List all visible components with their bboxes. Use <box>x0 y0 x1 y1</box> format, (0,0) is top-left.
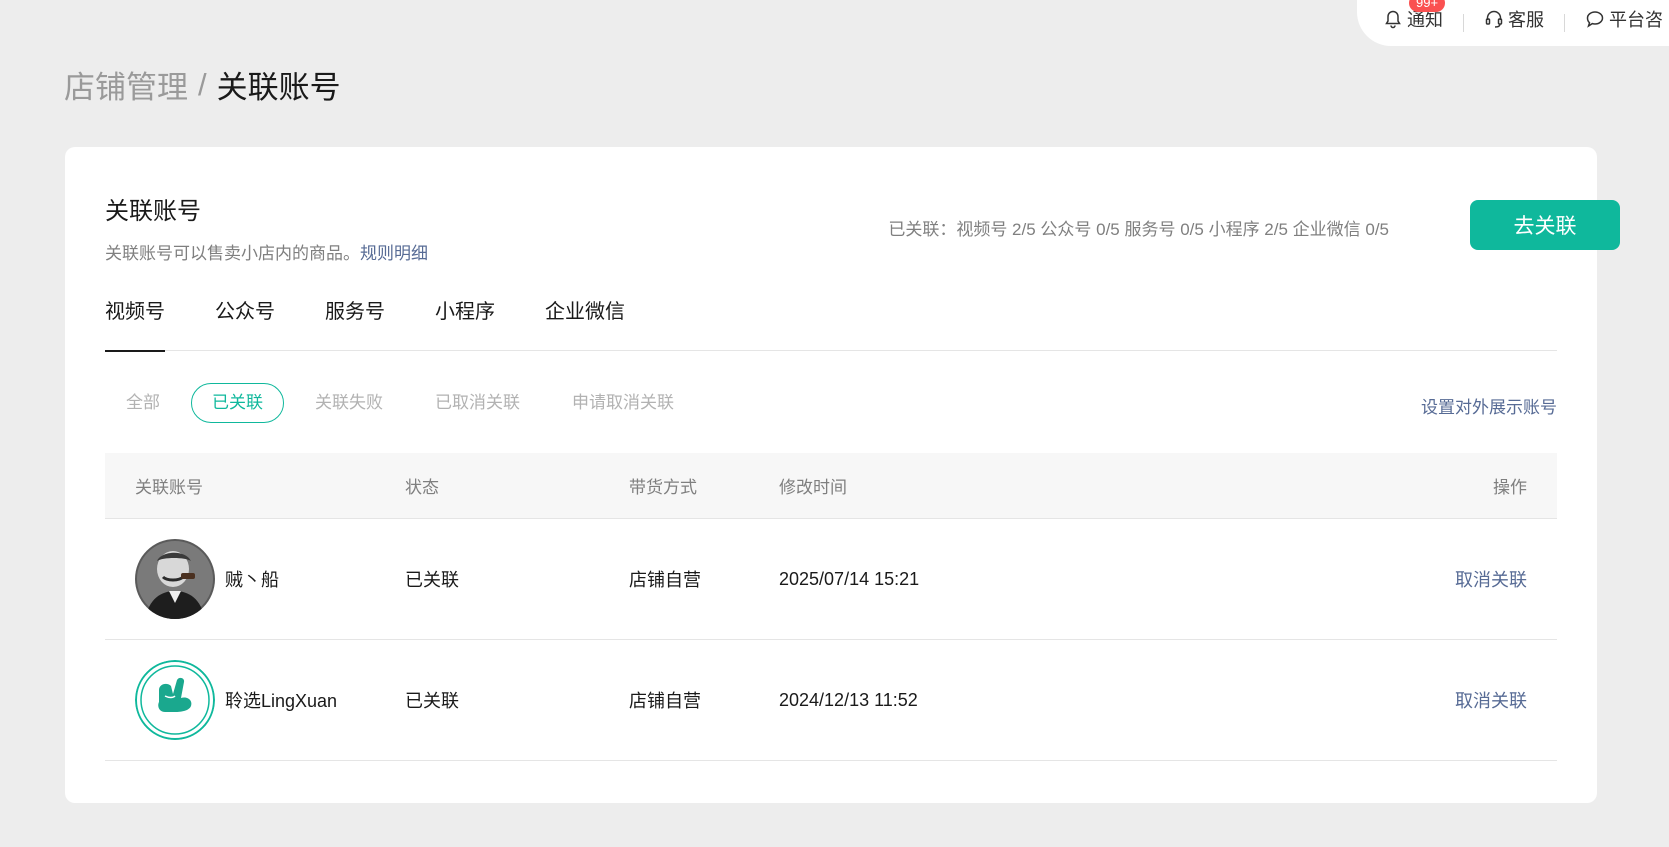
rules-link[interactable]: 规则明细 <box>360 244 428 263</box>
header-action: 操作 <box>1493 478 1527 497</box>
account-cell: 贼丶船 <box>105 539 405 619</box>
bell-icon <box>1385 10 1401 29</box>
platform-consult-label: 平台咨 <box>1609 10 1663 30</box>
notification-button[interactable]: 通知 99+ <box>1383 0 1446 32</box>
tab-mini-program[interactable]: 小程序 <box>435 295 495 351</box>
filter-cancelled[interactable]: 已取消关联 <box>414 383 541 423</box>
set-display-account-link[interactable]: 设置对外展示账号 <box>1421 393 1557 418</box>
filter-failed[interactable]: 关联失败 <box>294 383 404 423</box>
page-title: 关联账号 <box>216 70 341 105</box>
filter-linked[interactable]: 已关联 <box>191 383 284 423</box>
action-cell: 取消关联 <box>1417 687 1557 713</box>
cancel-link-button[interactable]: 取消关联 <box>1455 691 1527 711</box>
mode-cell: 店铺自营 <box>629 570 701 590</box>
chat-bubble-icon <box>1586 11 1604 28</box>
status-cell: 已关联 <box>405 691 459 711</box>
headset-icon <box>1485 10 1503 28</box>
header-status: 状态 <box>405 478 439 497</box>
notification-badge: 99+ <box>1409 0 1446 12</box>
breadcrumb: 店铺管理 / 关联账号 <box>64 62 341 107</box>
description-text: 关联账号可以售卖小店内的商品。 <box>105 244 360 263</box>
tab-wecom[interactable]: 企业微信 <box>545 295 625 351</box>
header-mode: 带货方式 <box>629 478 697 497</box>
go-link-button[interactable]: 去关联 <box>1470 200 1620 250</box>
customer-service-button[interactable]: 客服 <box>1484 6 1544 32</box>
status-filters: 全部 已关联 关联失败 已取消关联 申请取消关联 <box>105 383 695 423</box>
account-cell: 聆选LingXuan <box>105 660 405 740</box>
portrait-avatar-image <box>135 539 215 619</box>
account-name: 贼丶船 <box>225 570 279 590</box>
time-cell: 2025/07/14 15:21 <box>779 568 920 589</box>
table-row: 贼丶船 已关联 店铺自营 2025/07/14 15:21 取消关联 <box>105 519 1557 640</box>
mode-cell: 店铺自营 <box>629 691 701 711</box>
divider <box>1463 14 1464 32</box>
table-row: 聆选LingXuan 已关联 店铺自营 2024/12/13 11:52 取消关… <box>105 640 1557 761</box>
cancel-link-button[interactable]: 取消关联 <box>1455 570 1527 590</box>
green-logo-avatar-image <box>135 660 215 740</box>
account-type-tabs: 视频号 公众号 服务号 小程序 企业微信 <box>105 295 1557 352</box>
accounts-table: 关联账号 状态 带货方式 修改时间 操作 贼丶船 已关联 店铺自营 2025/0… <box>105 453 1557 761</box>
breadcrumb-separator: / <box>198 66 207 102</box>
portrait-avatar <box>135 539 215 619</box>
filter-cancel-requested[interactable]: 申请取消关联 <box>551 383 695 423</box>
breadcrumb-parent[interactable]: 店铺管理 <box>64 62 188 107</box>
card-description: 关联账号可以售卖小店内的商品。规则明细 <box>105 239 428 264</box>
account-name: 聆选LingXuan <box>225 691 338 711</box>
platform-consult-button[interactable]: 平台咨 <box>1585 6 1663 32</box>
tab-video-account[interactable]: 视频号 <box>105 295 165 352</box>
link-summary: 已关联：视频号 2/5 公众号 0/5 服务号 0/5 小程序 2/5 企业微信… <box>888 220 1389 239</box>
top-header: 通知 99+ 客服 平台咨 <box>1357 0 1669 46</box>
time-cell: 2024/12/13 11:52 <box>779 689 918 710</box>
linked-accounts-card: 关联账号 关联账号可以售卖小店内的商品。规则明细 已关联：视频号 2/5 公众号… <box>65 147 1620 803</box>
table-header: 关联账号 状态 带货方式 修改时间 操作 <box>105 453 1557 519</box>
divider <box>1564 14 1565 32</box>
customer-service-label: 客服 <box>1508 10 1544 30</box>
filter-all[interactable]: 全部 <box>105 383 181 423</box>
card-title: 关联账号 <box>105 198 201 225</box>
status-cell: 已关联 <box>405 570 459 590</box>
green-logo-avatar <box>135 660 215 740</box>
header-account: 关联账号 <box>135 478 203 497</box>
header-time: 修改时间 <box>779 478 847 497</box>
action-cell: 取消关联 <box>1417 566 1557 592</box>
tab-service-account[interactable]: 服务号 <box>325 295 385 351</box>
tab-official-account[interactable]: 公众号 <box>215 295 275 351</box>
